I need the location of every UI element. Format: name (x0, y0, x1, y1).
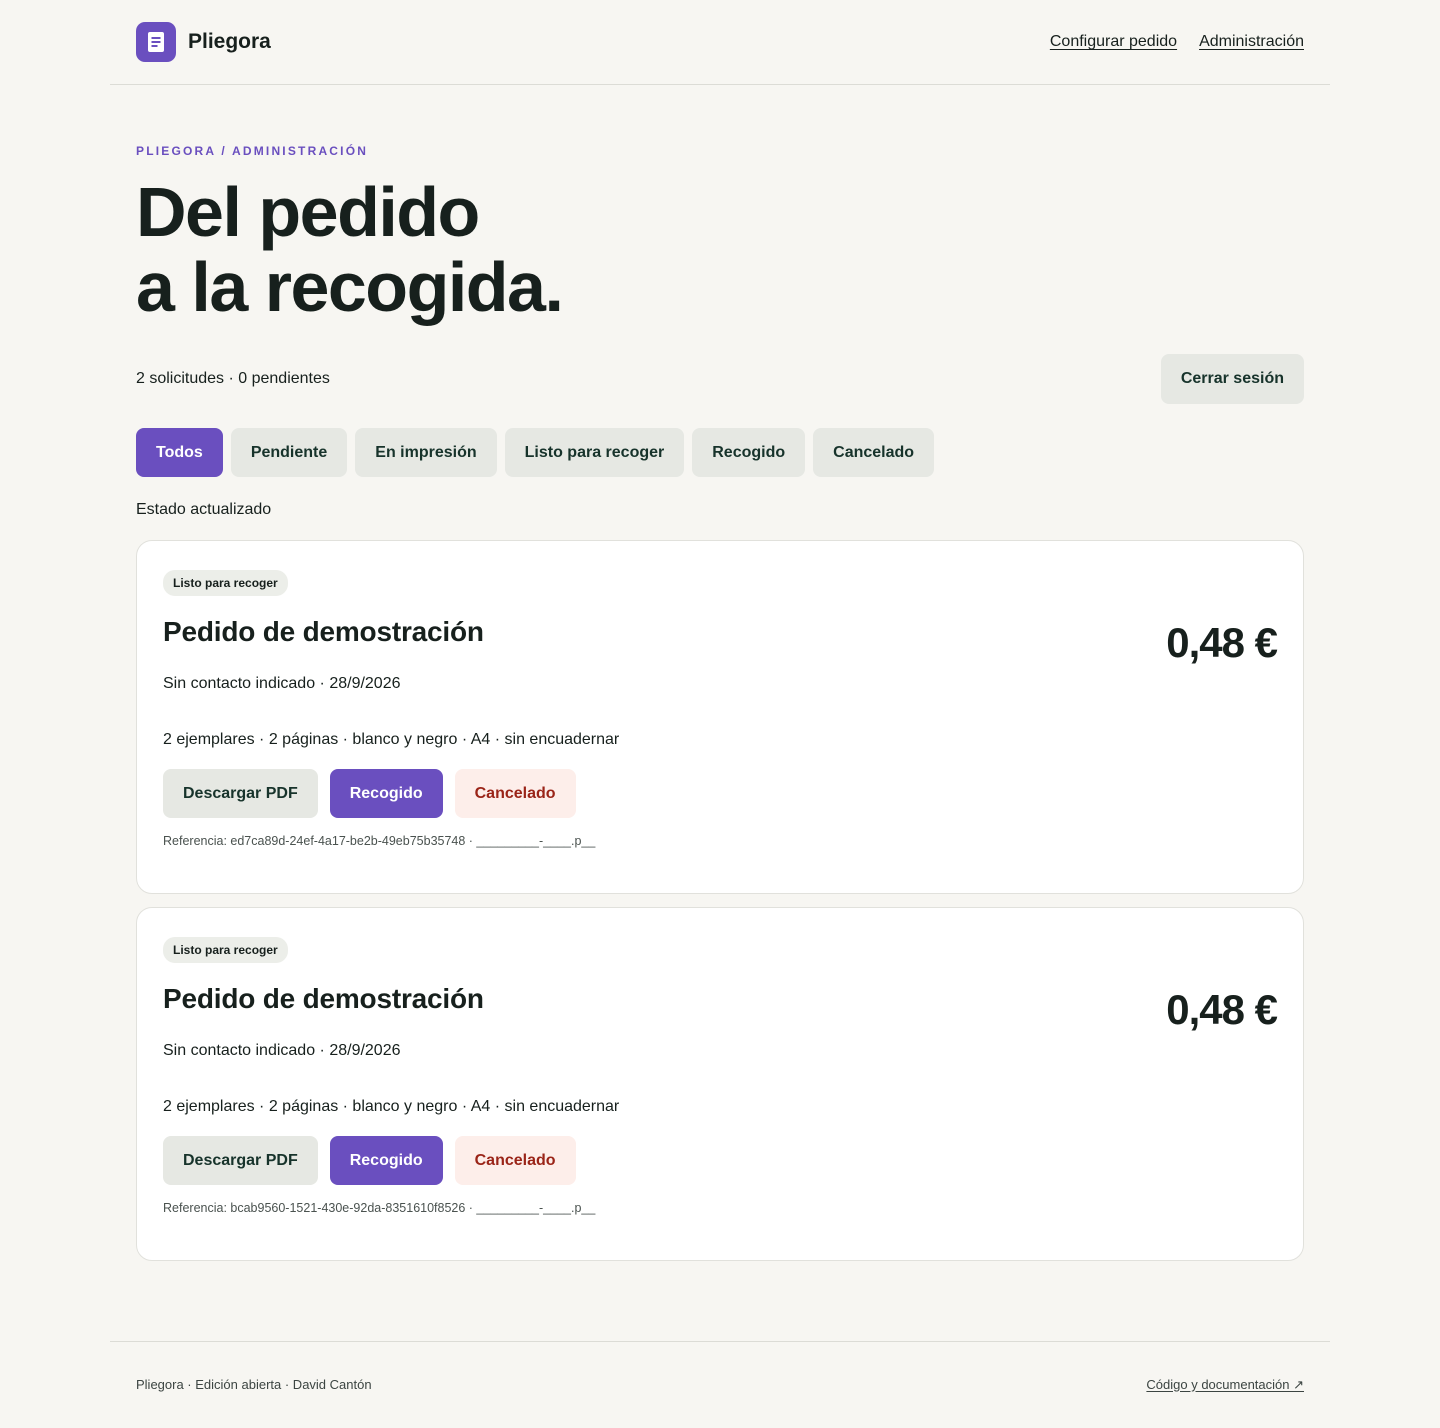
order-reference: Referencia: bcab9560-1521-430e-92da-8351… (163, 1201, 596, 1215)
page-title-line-2: a la recogida. (136, 248, 564, 326)
order-price: 0,48 € (1166, 619, 1278, 666)
footer-credits: Pliegora · Edición abierta · David Cantó… (136, 1377, 372, 1392)
summary-row: 2 solicitudes · 0 pendientes Cerrar sesi… (136, 354, 1304, 404)
site-header: Pliegora Configurar pedido Administració… (110, 0, 1330, 85)
filter-collected[interactable]: Recogido (692, 428, 806, 477)
order-actions: Descargar PDF Recogido Cancelado (163, 769, 1277, 818)
order-card: Listo para recoger Pedido de demostració… (136, 907, 1304, 1261)
request-summary: 2 solicitudes · 0 pendientes (136, 370, 330, 387)
mark-cancelled-button[interactable]: Cancelado (454, 769, 576, 818)
footer-docs-link[interactable]: Código y documentación ↗ (1146, 1377, 1304, 1393)
nav-link-configure-order[interactable]: Configurar pedido (1050, 33, 1177, 51)
filter-pending[interactable]: Pendiente (230, 428, 348, 477)
order-specs: 2 ejemplares · 2 páginas · blanco y negr… (163, 731, 620, 748)
document-icon (136, 22, 176, 62)
mark-collected-button[interactable]: Recogido (329, 1136, 443, 1185)
filter-cancelled[interactable]: Cancelado (813, 428, 935, 477)
order-contact: Sin contacto indicado · 28/9/2026 (163, 675, 401, 692)
page-title-line-1: Del pedido (136, 173, 480, 251)
order-actions: Descargar PDF Recogido Cancelado (163, 1136, 1277, 1185)
mark-cancelled-button[interactable]: Cancelado (454, 1136, 576, 1185)
order-title: Pedido de demostración (163, 616, 484, 647)
nav-link-administration[interactable]: Administración (1199, 33, 1304, 51)
brand-name: Pliegora (188, 30, 271, 53)
order-list: Listo para recoger Pedido de demostració… (136, 540, 1304, 1261)
order-card: Listo para recoger Pedido de demostració… (136, 540, 1304, 894)
logout-button[interactable]: Cerrar sesión (1160, 354, 1304, 404)
order-contact: Sin contacto indicado · 28/9/2026 (163, 1042, 401, 1059)
order-specs: 2 ejemplares · 2 páginas · blanco y negr… (163, 1098, 620, 1115)
order-title: Pedido de demostración (163, 983, 484, 1014)
download-pdf-button[interactable]: Descargar PDF (163, 769, 318, 818)
status-badge: Listo para recoger (163, 570, 288, 596)
main-nav: Configurar pedido Administración (1050, 33, 1304, 51)
mark-collected-button[interactable]: Recogido (329, 769, 443, 818)
order-reference: Referencia: ed7ca89d-24ef-4a17-be2b-49eb… (163, 834, 596, 848)
site-footer: Pliegora · Edición abierta · David Cantó… (110, 1341, 1330, 1427)
status-message: Estado actualizado (136, 501, 272, 518)
filter-all[interactable]: Todos (136, 428, 223, 477)
brand[interactable]: Pliegora (136, 22, 271, 62)
order-price: 0,48 € (1166, 986, 1278, 1033)
page-title: Del pedido a la recogida. (136, 175, 1304, 325)
status-filters: Todos Pendiente En impresión Listo para … (136, 428, 1304, 477)
main-content: PLIEGORA / ADMINISTRACIÓN Del pedido a l… (110, 144, 1330, 1261)
download-pdf-button[interactable]: Descargar PDF (163, 1136, 318, 1185)
filter-printing[interactable]: En impresión (355, 428, 497, 477)
breadcrumb: PLIEGORA / ADMINISTRACIÓN (136, 144, 369, 158)
filter-ready-for-pickup[interactable]: Listo para recoger (504, 428, 685, 477)
status-badge: Listo para recoger (163, 937, 288, 963)
